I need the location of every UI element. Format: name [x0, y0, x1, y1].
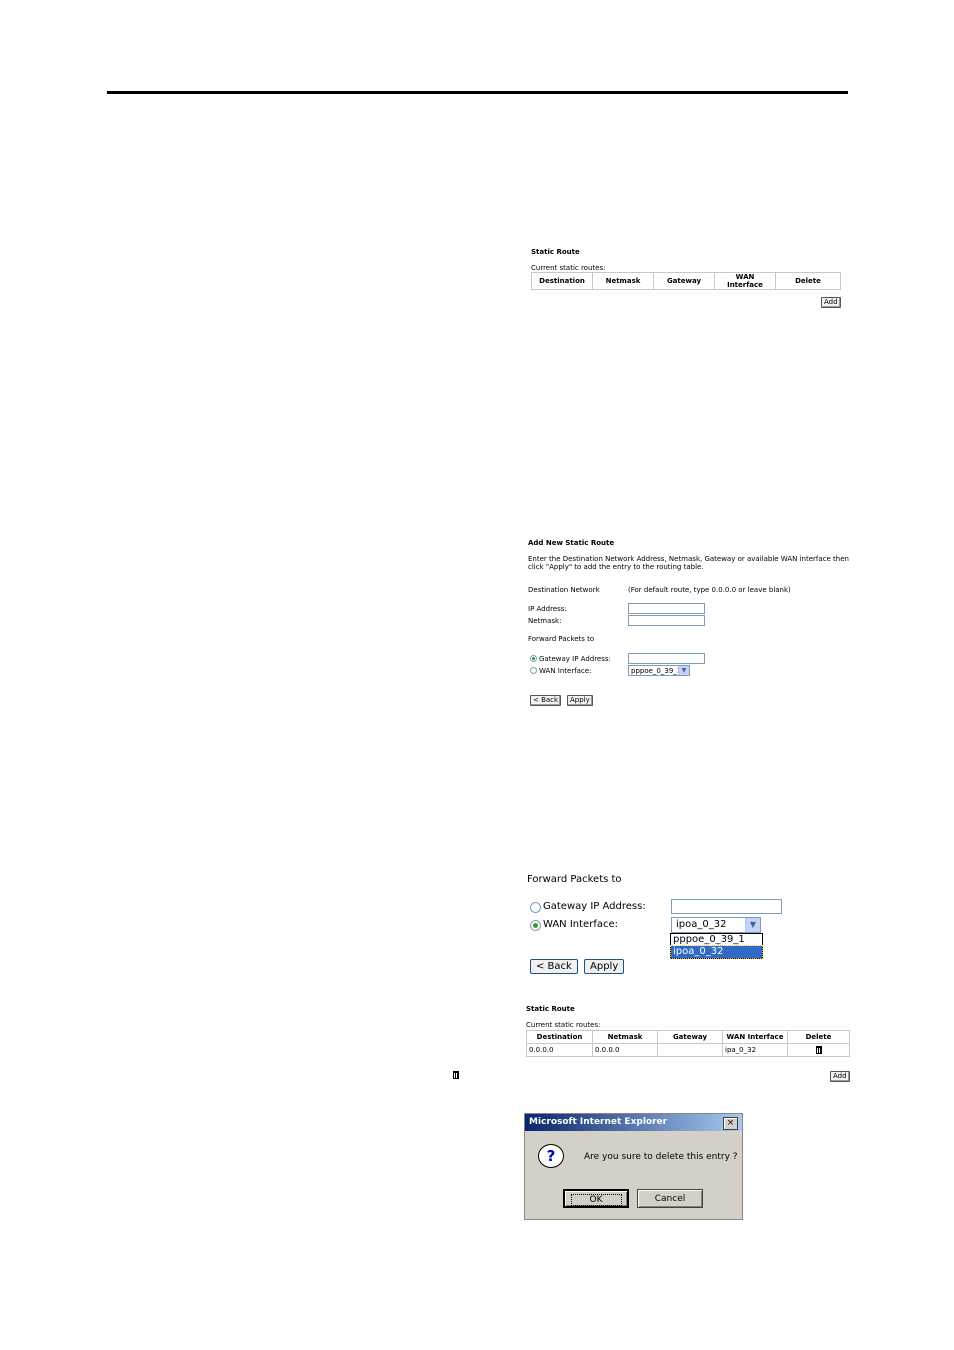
current-routes-label-2: Current static routes: [526, 1021, 601, 1029]
gateway-radio[interactable] [530, 655, 537, 662]
col-gateway: Gateway [657, 1030, 723, 1044]
trash-icon [453, 1071, 459, 1079]
add-button-2[interactable]: Add [830, 1071, 850, 1082]
instructions-line2: click "Apply" to add the entry to the ro… [528, 563, 704, 571]
cell-netmask: 0.0.0.0 [592, 1043, 658, 1057]
forward-packets-label-zoomed: Forward Packets to [527, 874, 622, 885]
col-destination: Destination [531, 272, 593, 290]
back-button-zoomed[interactable]: < Back [530, 959, 578, 974]
wan-interface-label-zoomed: WAN Interface: [543, 919, 618, 930]
close-icon[interactable]: × [723, 1117, 738, 1130]
gateway-radio-zoomed[interactable] [530, 902, 541, 913]
apply-button[interactable]: Apply [567, 695, 593, 706]
wan-interface-value: pppoe_0_39_1 [631, 667, 682, 675]
ip-address-label: IP Address: [528, 605, 567, 613]
apply-button-zoomed[interactable]: Apply [584, 959, 625, 974]
dropdown-option-highlighted[interactable]: ipoa_0_32 [670, 945, 763, 959]
col-wan-interface: WAN Interface [714, 272, 776, 290]
static-route-title: Static Route [531, 248, 580, 256]
wan-interface-dropdown[interactable]: pppoe_0_39_1 ipoa_0_32 [670, 933, 763, 959]
trash-icon[interactable] [815, 1046, 822, 1054]
dialog-message: Are you sure to delete this entry ? [584, 1152, 738, 1162]
col-netmask: Netmask [592, 272, 654, 290]
cell-wan-interface: ipa_0_32 [722, 1043, 788, 1057]
add-route-title: Add New Static Route [528, 539, 615, 547]
gateway-ip-input[interactable] [628, 653, 705, 664]
dest-network-label: Destination Network [528, 586, 600, 594]
back-button[interactable]: < Back [530, 695, 562, 706]
netmask-label: Netmask: [528, 617, 562, 625]
col-destination: Destination [526, 1030, 593, 1044]
dropdown-option[interactable]: pppoe_0_39_1 [671, 934, 762, 946]
dest-network-hint: (For default route, type 0.0.0.0 or leav… [628, 586, 791, 594]
header-rule [107, 91, 848, 94]
gateway-ip-label-zoomed: Gateway IP Address: [543, 901, 646, 912]
dialog-title: Microsoft Internet Explorer [525, 1114, 742, 1131]
ok-label: OK [570, 1194, 622, 1206]
ip-address-input[interactable] [628, 603, 705, 614]
col-wan-interface: WAN Interface [722, 1030, 788, 1044]
routes-table-empty: Destination Netmask Gateway WAN Interfac… [531, 272, 841, 290]
chevron-down-icon[interactable]: ▼ [678, 666, 689, 675]
netmask-input[interactable] [628, 615, 705, 626]
current-routes-label: Current static routes: [531, 264, 606, 272]
forward-packets-label: Forward Packets to [528, 635, 595, 643]
gateway-ip-input-zoomed[interactable] [671, 899, 782, 914]
cell-delete [787, 1043, 850, 1057]
wan-interface-radio-zoomed[interactable] [530, 920, 541, 931]
static-route-title-2: Static Route [526, 1005, 575, 1013]
cell-destination: 0.0.0.0 [526, 1043, 593, 1057]
confirm-dialog: Microsoft Internet Explorer × ? Are you … [524, 1113, 743, 1220]
wan-interface-select-zoomed[interactable]: ipoa_0_32 ▼ [671, 917, 761, 933]
chevron-down-icon[interactable]: ▼ [745, 918, 760, 932]
instructions-line1: Enter the Destination Network Address, N… [528, 555, 849, 563]
cancel-button[interactable]: Cancel [637, 1189, 703, 1208]
col-delete: Delete [787, 1030, 850, 1044]
col-gateway: Gateway [653, 272, 715, 290]
wan-interface-radio[interactable] [530, 667, 537, 674]
table-row: 0.0.0.0 0.0.0.0 ipa_0_32 [526, 1043, 850, 1057]
col-delete: Delete [775, 272, 841, 290]
wan-interface-select[interactable]: pppoe_0_39_1 ▼ [628, 665, 690, 676]
wan-interface-label: WAN Interface: [539, 667, 592, 675]
routes-table: Destination Netmask Gateway WAN Interfac… [526, 1030, 850, 1057]
wan-interface-value-zoomed: ipoa_0_32 [676, 919, 727, 930]
col-netmask: Netmask [592, 1030, 658, 1044]
ok-button[interactable]: OK [563, 1189, 629, 1208]
add-button[interactable]: Add [821, 297, 841, 308]
question-icon: ? [538, 1144, 564, 1168]
cell-gateway [657, 1043, 723, 1057]
gateway-ip-label: Gateway IP Address: [539, 655, 611, 663]
